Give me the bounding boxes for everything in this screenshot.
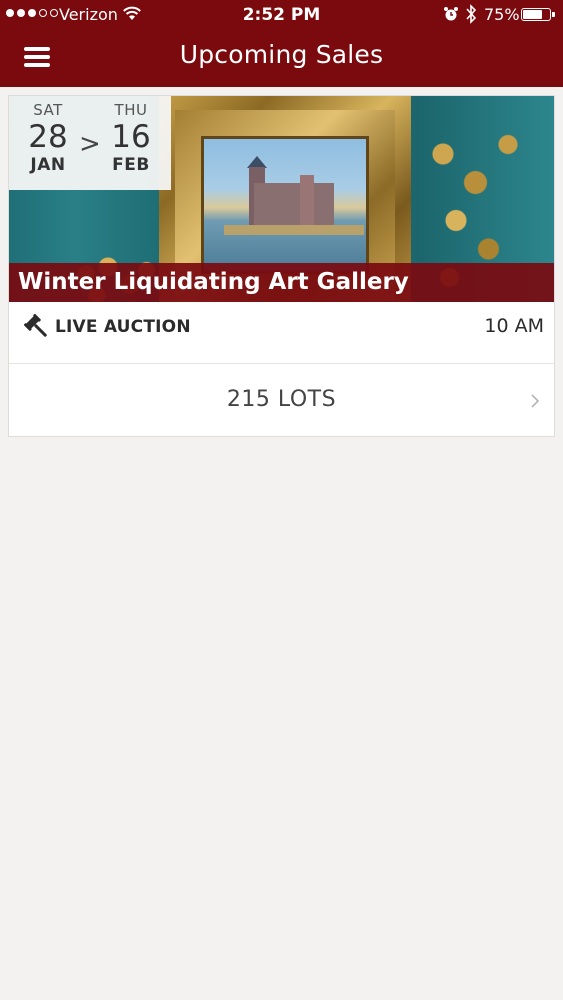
end-day-of-week: THU [114, 101, 148, 119]
sale-hero-image[interactable]: SAT 28 JAN > THU 16 FEB Winter Liquidati… [9, 96, 554, 302]
end-day: 16 [111, 119, 151, 155]
status-time: 2:52 PM [242, 5, 321, 25]
gavel-icon [23, 313, 47, 337]
alarm-clock-icon [444, 7, 458, 21]
chevron-right-icon [531, 394, 540, 408]
date-separator: > [79, 129, 101, 159]
top-bar: Verizon 2:52 PM 75% Upcoming Sales [0, 0, 563, 87]
battery-icon [521, 8, 555, 21]
start-day-of-week: SAT [33, 101, 63, 119]
start-day: 28 [28, 119, 68, 155]
auction-time: 10 AM [484, 315, 544, 337]
sale-title[interactable]: Winter Liquidating Art Gallery [18, 269, 409, 295]
page-title: Upcoming Sales [179, 40, 384, 69]
navigation-bar: Upcoming Sales [0, 30, 563, 87]
start-date: SAT 28 JAN [17, 101, 79, 175]
lots-count: 215 LOTS [226, 387, 337, 412]
end-date: THU 16 FEB [100, 101, 162, 175]
upcoming-sales-screen: Verizon 2:52 PM 75% Upcoming Sales SAT 2… [0, 0, 563, 1000]
sale-card[interactable]: SAT 28 JAN > THU 16 FEB Winter Liquidati… [8, 95, 555, 437]
battery-fill [523, 10, 542, 19]
end-month: FEB [112, 155, 150, 175]
sale-date-range: SAT 28 JAN > THU 16 FEB [9, 96, 171, 190]
auction-type: LIVE AUCTION [55, 317, 191, 337]
status-bar: Verizon 2:52 PM 75% [0, 0, 563, 30]
auction-info-row: LIVE AUCTION 10 AM [9, 302, 554, 364]
lots-button[interactable]: 215 LOTS [9, 365, 554, 437]
sale-title-bar: Winter Liquidating Art Gallery [9, 263, 554, 302]
start-month: JAN [30, 155, 66, 175]
bluetooth-icon [466, 4, 477, 24]
battery-percent: 75% [484, 5, 520, 24]
